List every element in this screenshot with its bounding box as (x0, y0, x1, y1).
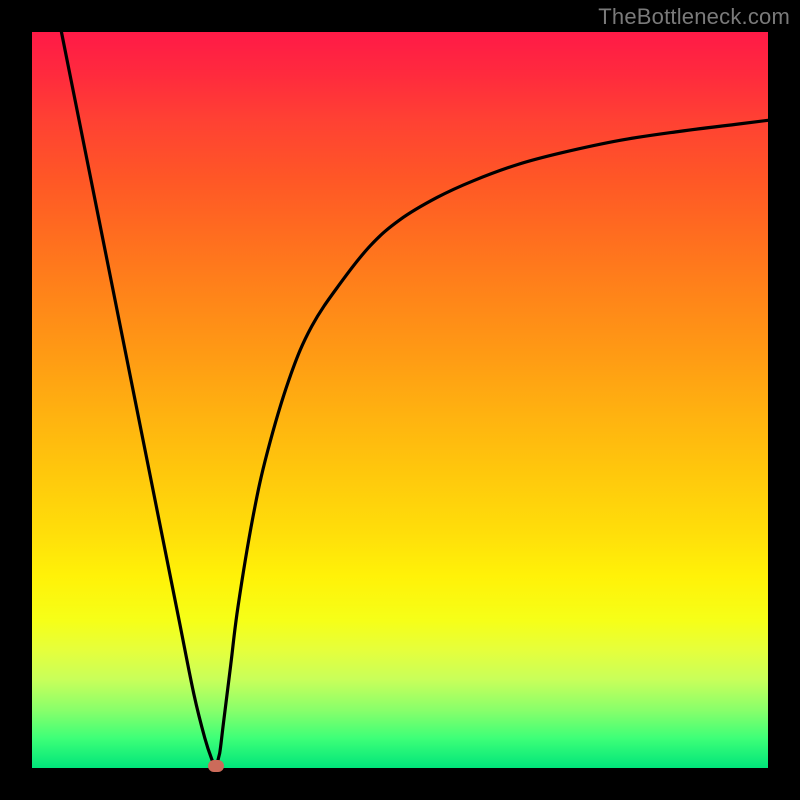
bottleneck-curve (32, 32, 768, 768)
curve-path (61, 32, 768, 768)
plot-area (32, 32, 768, 768)
minimum-marker (208, 760, 224, 772)
chart-frame: TheBottleneck.com (0, 0, 800, 800)
watermark-text: TheBottleneck.com (598, 4, 790, 30)
